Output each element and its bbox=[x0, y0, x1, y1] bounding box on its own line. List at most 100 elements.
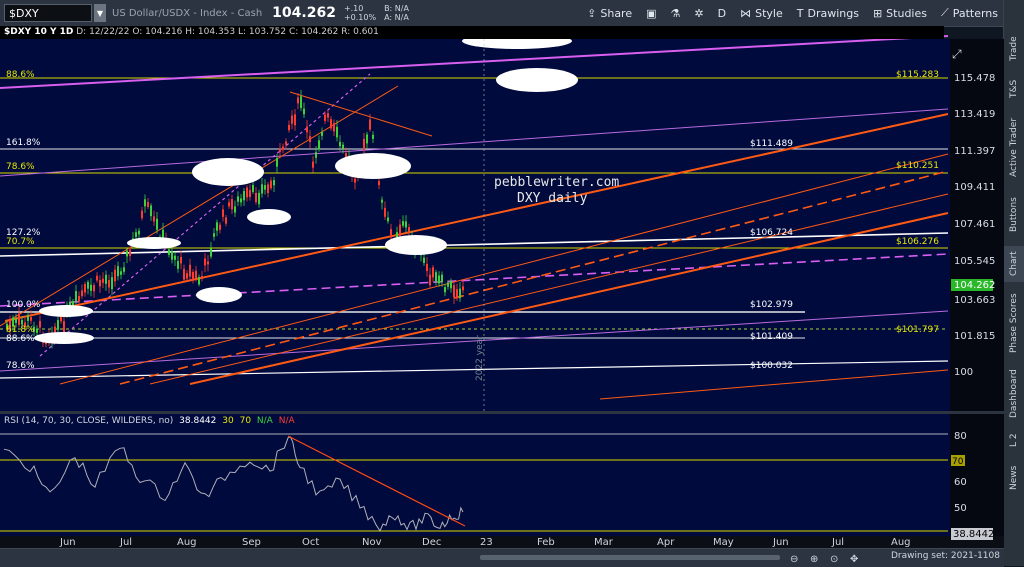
style-button[interactable]: ⋈ Style bbox=[740, 7, 783, 20]
expand-icon[interactable]: ⤢ bbox=[951, 47, 962, 61]
nav-time-and-sales[interactable]: T&S bbox=[1004, 74, 1024, 104]
gear-icon: ✲ bbox=[694, 6, 704, 20]
pane-divider[interactable] bbox=[0, 411, 1004, 414]
fib-label: 88.6% bbox=[6, 70, 35, 80]
symbol-input[interactable]: $DXY bbox=[4, 4, 92, 22]
symbol-dropdown-icon[interactable]: ▼ bbox=[94, 4, 106, 22]
candle-body bbox=[327, 113, 329, 118]
candle-body bbox=[462, 286, 464, 291]
zoom-out-icon[interactable]: ⊖ bbox=[790, 554, 798, 565]
studies-icon: ⊞ bbox=[872, 6, 883, 20]
candle-body bbox=[216, 222, 218, 231]
candle-body bbox=[258, 192, 260, 205]
candle-body bbox=[144, 199, 146, 207]
candle-body bbox=[243, 191, 245, 201]
candle-body bbox=[210, 248, 212, 257]
candle-body bbox=[219, 224, 221, 230]
pan-icon[interactable]: ✥ bbox=[850, 554, 858, 565]
candle-body bbox=[399, 224, 401, 236]
candle-body bbox=[306, 126, 308, 133]
candle-body bbox=[27, 314, 29, 321]
candle-body bbox=[387, 217, 389, 222]
rsi-tick: 50 bbox=[954, 503, 967, 514]
candle-body bbox=[366, 134, 368, 144]
candle-body bbox=[267, 184, 269, 194]
candle-body bbox=[297, 97, 299, 104]
horizontal-scrollbar[interactable] bbox=[480, 555, 780, 560]
nav-trade[interactable]: Trade bbox=[1004, 34, 1024, 64]
drawings-button[interactable]: T Drawings bbox=[797, 7, 859, 20]
candle-body bbox=[177, 261, 179, 269]
period-button[interactable]: D bbox=[718, 7, 726, 20]
level-label: $100.032 bbox=[750, 361, 793, 371]
settings-button[interactable]: ✲ bbox=[694, 7, 703, 20]
annotation-title: DXY daily bbox=[517, 191, 588, 206]
change-block: +.10 +0.10% bbox=[344, 4, 376, 22]
candle-body bbox=[441, 274, 443, 283]
highlight-oval bbox=[496, 68, 578, 92]
price-chart[interactable]: 2022 year pebblewriter.com DXY daily 88.… bbox=[0, 26, 1004, 548]
candle-body bbox=[225, 217, 227, 224]
time-tick: Aug bbox=[891, 537, 911, 548]
rsi-value-tag-text: 38.8442 bbox=[953, 529, 994, 540]
candle-body bbox=[249, 189, 251, 198]
candle-body bbox=[279, 148, 281, 152]
zoom-fit-icon[interactable]: ⊙ bbox=[830, 554, 838, 565]
candle-body bbox=[174, 255, 176, 260]
candle-body bbox=[15, 318, 17, 323]
annotation-site: pebblewriter.com bbox=[494, 175, 619, 190]
time-tick: Oct bbox=[302, 537, 319, 548]
candle-body bbox=[408, 227, 410, 232]
drawing-set-label[interactable]: Drawing set: 2021-1108 bbox=[891, 551, 1000, 561]
highlight-oval bbox=[335, 153, 411, 179]
candle-body bbox=[93, 285, 95, 292]
candle-body bbox=[330, 119, 332, 129]
highlight-oval bbox=[196, 287, 242, 303]
share-button[interactable]: ⇪ Share bbox=[587, 7, 632, 20]
nav-news[interactable]: News bbox=[1004, 460, 1024, 496]
time-tick: Apr bbox=[657, 537, 675, 548]
candle-body bbox=[18, 313, 20, 325]
scroll-controls[interactable]: ⊖ ⊕ ⊙ ✥ bbox=[480, 550, 900, 566]
nav-dashboard[interactable]: Dashboard bbox=[1004, 366, 1024, 422]
candle-body bbox=[183, 268, 185, 280]
candle-body bbox=[135, 232, 137, 237]
candle-body bbox=[228, 202, 230, 207]
candle-body bbox=[384, 207, 386, 217]
toolbar-actions: ⇪ Share ▣ ⚗ ✲ D ⋈ Style T Drawings ⊞ Studies… bbox=[587, 0, 998, 26]
candle-body bbox=[87, 281, 89, 289]
zoom-in-icon[interactable]: ⊕ bbox=[810, 554, 818, 565]
candle-body bbox=[456, 289, 458, 299]
candle-body bbox=[138, 230, 140, 235]
level-label: $102.979 bbox=[750, 300, 793, 310]
candle-body bbox=[39, 320, 41, 328]
patterns-button[interactable]: ⟋ Patterns bbox=[941, 6, 998, 20]
candle-body bbox=[102, 278, 104, 283]
candle-body bbox=[390, 229, 392, 238]
nav-phase-scores[interactable]: Phase Scores bbox=[1004, 288, 1024, 358]
fib-label: 161.8% bbox=[6, 138, 41, 148]
highlight-oval bbox=[385, 235, 447, 255]
nav-active-trader[interactable]: Active Trader bbox=[1004, 112, 1024, 182]
time-tick: Jun bbox=[59, 537, 76, 548]
nav-buttons[interactable]: Buttons bbox=[1004, 190, 1024, 240]
current-price-tag-text: 104.262 bbox=[954, 280, 995, 291]
candle-body bbox=[63, 321, 65, 333]
candle-body bbox=[75, 291, 77, 302]
nav-chart[interactable]: Chart bbox=[1004, 246, 1024, 282]
rsi-level-tag-text: 70 bbox=[952, 457, 964, 467]
candle-body bbox=[114, 269, 116, 282]
candle-body bbox=[453, 285, 455, 298]
bid-value: B: N/A bbox=[384, 4, 409, 13]
highlight-oval bbox=[34, 332, 94, 344]
flask-button[interactable]: ⚗ bbox=[671, 7, 681, 20]
studies-button[interactable]: ⊞ Studies bbox=[873, 7, 927, 20]
candle-body bbox=[300, 96, 302, 109]
nav-level2[interactable]: L 2 bbox=[1004, 428, 1024, 452]
price-tick: 107.461 bbox=[954, 219, 995, 230]
price-tick: 100 bbox=[954, 367, 973, 378]
message-button[interactable]: ▣ bbox=[646, 7, 656, 20]
candle-body bbox=[291, 115, 293, 124]
candle-body bbox=[363, 138, 365, 150]
rsi-pane-bg bbox=[0, 414, 950, 536]
